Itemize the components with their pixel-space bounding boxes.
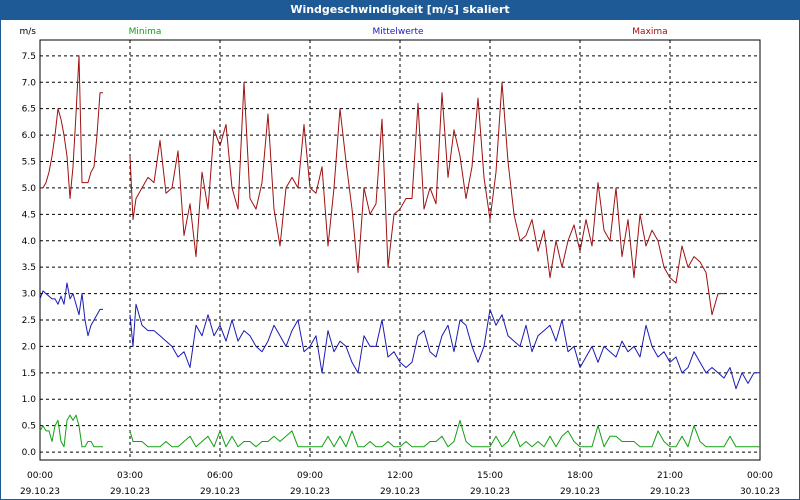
x-tick-time: 00:00 <box>27 471 53 481</box>
y-tick-label: 6.5 <box>22 105 36 115</box>
y-tick-label: 7.0 <box>22 78 37 88</box>
y-tick-label: 3.0 <box>22 290 37 300</box>
x-tick-date: 29.10.23 <box>20 487 60 497</box>
x-tick-date: 29.10.23 <box>290 487 330 497</box>
y-axis: 0.0 0.5 1.0 1.5 2.0 2.5 3.0 3.5 4.0 4.5 5.0 5.5 6.0 6… <box>20 27 37 458</box>
x-tick-time: 09:00 <box>297 471 323 481</box>
x-tick-time: 12:00 <box>387 471 413 481</box>
y-tick-label: 4.0 <box>22 237 37 247</box>
x-tick-time: 03:00 <box>117 471 143 481</box>
x-tick-date: 29.10.23 <box>380 487 420 497</box>
y-tick-label: 4.5 <box>22 210 36 220</box>
x-tick-time: 15:00 <box>477 471 503 481</box>
y-tick-label: 1.5 <box>22 369 36 379</box>
x-tick-date: 29.10.23 <box>470 487 510 497</box>
y-axis-unit: m/s <box>20 27 37 37</box>
x-tick-time: 21:00 <box>657 471 683 481</box>
x-tick-date: 29.10.23 <box>200 487 240 497</box>
x-tick-date: 29.10.23 <box>560 487 600 497</box>
y-tick-label: 0.0 <box>22 448 37 458</box>
y-tick-label: 1.0 <box>22 395 37 405</box>
y-tick-label: 5.5 <box>22 158 36 168</box>
y-tick-label: 2.5 <box>22 316 36 326</box>
y-tick-label: 5.0 <box>22 184 37 194</box>
x-axis: 00:00 29.10.23 03:00 29.10.23 06:00 29.10.23 0… <box>20 471 780 497</box>
y-tick-label: 3.5 <box>22 263 36 273</box>
series-line-minima-1 <box>39 414 103 448</box>
grid <box>40 40 760 460</box>
x-tick-date: 29.10.23 <box>650 487 690 497</box>
series-line-mittelwerte-1 <box>39 282 103 337</box>
legend: Minima Mittelwerte Maxima <box>129 27 668 37</box>
x-tick-time: 06:00 <box>207 471 233 481</box>
x-tick-date: 30.10.23 <box>740 487 780 497</box>
chart-canvas: 0.0 0.5 1.0 1.5 2.0 2.5 3.0 3.5 4.0 4.5 5.0 5.5 6.0 6… <box>20 27 781 497</box>
series-line-minima-2 <box>129 419 760 448</box>
x-tick-time: 00:00 <box>747 471 773 481</box>
x-tick-date: 29.10.23 <box>110 487 150 497</box>
y-tick-label: 6.0 <box>22 131 37 141</box>
legend-minima: Minima <box>129 27 162 37</box>
y-tick-label: 2.0 <box>22 342 37 352</box>
y-tick-label: 7.5 <box>22 52 36 62</box>
series-line-maxima-1 <box>40 55 103 199</box>
legend-mittelwerte: Mittelwerte <box>372 27 423 37</box>
y-tick-label: 0.5 <box>22 422 36 432</box>
series-line-maxima-2 <box>129 81 724 316</box>
x-tick-time: 18:00 <box>567 471 593 481</box>
legend-maxima: Maxima <box>632 27 667 37</box>
